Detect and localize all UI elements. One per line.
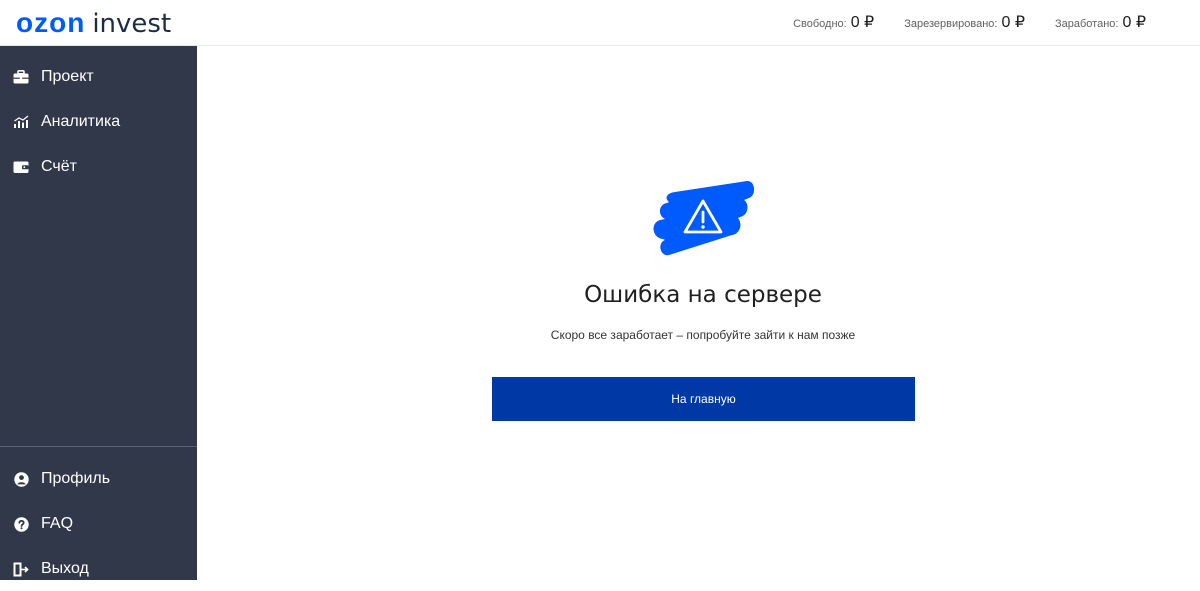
- sidebar-item-faq[interactable]: FAQ: [0, 502, 197, 546]
- user-icon: [13, 471, 29, 487]
- sidebar-item-analytics[interactable]: Аналитика: [0, 100, 197, 144]
- balance-reserved: Зарезервировано: 0 ₽: [904, 12, 1025, 32]
- main-content: Ошибка на сервере Скоро все заработает –…: [197, 46, 1200, 580]
- sidebar-item-project-label: Проект: [41, 68, 94, 85]
- balance-earned: Заработано: 0 ₽: [1055, 12, 1146, 32]
- briefcase-icon: [13, 69, 29, 85]
- sidebar-item-logout[interactable]: Выход: [0, 547, 197, 591]
- error-title: Ошибка на сервере: [584, 282, 822, 308]
- bar-chart-icon: [13, 114, 29, 130]
- sidebar-item-profile[interactable]: Профиль: [0, 457, 197, 501]
- sidebar-item-logout-label: Выход: [41, 560, 89, 577]
- balance-earned-label: Заработано:: [1055, 18, 1119, 30]
- logo-invest-text: invest: [92, 9, 172, 39]
- ozon-invest-logo[interactable]: ozon invest: [16, 6, 171, 40]
- balance-free-label: Свободно:: [793, 18, 847, 30]
- sidebar-item-account-label: Счёт: [41, 158, 77, 175]
- sidebar-item-profile-label: Профиль: [41, 470, 111, 487]
- logo-ozon-text: ozon: [16, 7, 86, 38]
- sidebar-item-analytics-label: Аналитика: [41, 113, 121, 130]
- balance-reserved-label: Зарезервировано:: [904, 18, 998, 30]
- help-icon: [13, 516, 29, 532]
- logout-icon: [13, 561, 29, 577]
- top-header: ozon invest Свободно: 0 ₽ Зарезервирован…: [0, 0, 1200, 46]
- error-message: Скоро все заработает – попробуйте зайти …: [550, 328, 856, 342]
- sidebar-divider: [0, 446, 197, 447]
- balance-earned-value: 0 ₽: [1122, 14, 1146, 31]
- sidebar-item-faq-label: FAQ: [41, 515, 74, 532]
- sidebar-item-project[interactable]: Проект: [0, 55, 197, 99]
- warning-icon: [651, 179, 755, 257]
- sidebar: Проект Аналитика Счёт Профиль FAQ Выход: [0, 46, 197, 580]
- balance-free: Свободно: 0 ₽: [793, 12, 874, 32]
- balance-reserved-value: 0 ₽: [1001, 14, 1025, 31]
- wallet-icon: [13, 159, 29, 175]
- balance-free-value: 0 ₽: [850, 14, 875, 31]
- go-home-button[interactable]: На главную: [492, 377, 915, 421]
- sidebar-item-account[interactable]: Счёт: [0, 145, 197, 189]
- balance-summary: Свободно: 0 ₽ Зарезервировано: 0 ₽ Зараб…: [763, 12, 1146, 32]
